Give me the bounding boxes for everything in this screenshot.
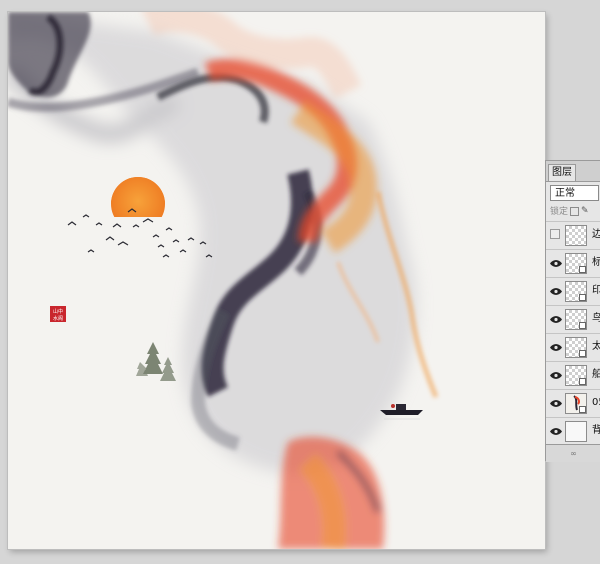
eye-icon[interactable]	[550, 399, 562, 408]
eye-icon[interactable]	[550, 315, 562, 324]
smart-object-icon	[579, 350, 586, 357]
eye-icon[interactable]	[550, 371, 562, 380]
eye-icon[interactable]	[550, 427, 562, 436]
layer-row[interactable]: 太	[546, 333, 600, 361]
link-icon[interactable]: ∞	[570, 449, 577, 458]
blend-mode-select[interactable]: 正常	[550, 185, 599, 201]
ink-landscape-artwork: 山中 水阁	[8, 12, 439, 549]
smart-object-icon	[579, 266, 586, 273]
layer-name: 05	[592, 397, 600, 408]
layer-thumbnail	[565, 393, 587, 414]
layer-name: 船	[592, 369, 600, 380]
smart-object-icon	[579, 406, 586, 413]
layer-name: 边	[592, 229, 600, 240]
layers-panel: 图层 正常 锁定 ✎ 边标印鸟太船 05 背 ∞	[545, 160, 600, 462]
lock-row: 锁定 ✎	[550, 205, 600, 219]
eye-icon[interactable]	[550, 259, 562, 268]
svg-text:山中: 山中	[53, 308, 63, 315]
workspace: 山中 水阁 图层 正常 锁定 ✎ 边标印鸟太船0 背 ∞	[0, 0, 600, 564]
layer-name: 标	[592, 257, 600, 268]
layer-thumbnail	[565, 281, 587, 302]
layer-name: 背	[592, 425, 600, 436]
smart-object-icon	[579, 322, 586, 329]
layer-row[interactable]: 05	[546, 389, 600, 417]
pine-trees	[136, 342, 176, 381]
svg-text:水阁: 水阁	[53, 315, 63, 322]
visibility-toggle[interactable]	[550, 229, 560, 239]
layer-row[interactable]: 印	[546, 277, 600, 305]
layer-thumbnail	[565, 225, 587, 246]
tab-layers[interactable]: 图层	[548, 164, 576, 181]
layer-name: 鸟	[592, 313, 600, 324]
layer-name: 印	[592, 285, 600, 296]
panel-tab-bar: 图层	[546, 161, 600, 182]
layer-row[interactable]: 边	[546, 221, 600, 249]
layer-row[interactable]: 标	[546, 249, 600, 277]
eye-icon[interactable]	[550, 287, 562, 296]
layer-row[interactable]: 鸟	[546, 305, 600, 333]
layer-row[interactable]: 船	[546, 361, 600, 389]
layer-thumbnail	[565, 253, 587, 274]
lock-brush-icon[interactable]: ✎	[581, 207, 590, 216]
document-canvas[interactable]: 山中 水阁	[8, 12, 545, 549]
layer-name: 太	[592, 341, 600, 352]
layer-thumbnail	[565, 309, 587, 330]
smart-object-icon	[579, 294, 586, 301]
smart-object-icon	[579, 378, 586, 385]
lock-label: 锁定	[550, 207, 569, 217]
lock-transparent-icon[interactable]	[570, 207, 580, 216]
panel-footer: ∞	[546, 444, 600, 462]
layer-thumbnail	[565, 365, 587, 386]
eye-icon[interactable]	[550, 343, 562, 352]
bottom-red-mountain	[278, 436, 385, 549]
layer-thumbnail	[565, 337, 587, 358]
layer-list: 边标印鸟太船 05 背	[546, 221, 600, 445]
red-seal: 山中 水阁	[50, 306, 66, 322]
layer-row[interactable]: 背	[546, 417, 600, 445]
layer-thumbnail	[565, 421, 587, 442]
